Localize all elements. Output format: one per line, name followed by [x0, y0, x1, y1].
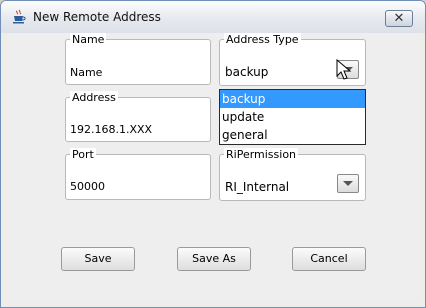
close-button[interactable]: ✕	[385, 10, 413, 27]
ri-permission-group: RiPermission RI_Internal	[219, 148, 366, 201]
cancel-button[interactable]: Cancel	[292, 247, 366, 271]
dialog-window: New Remote Address ✕ Name Name Address T…	[0, 0, 426, 308]
dialog-content: Name Name Address Type backup Address 19…	[7, 33, 419, 301]
address-type-dropdown-list: backup update general	[219, 89, 366, 145]
dropdown-option-update[interactable]: update	[220, 108, 365, 126]
address-label: Address	[70, 91, 118, 105]
close-icon: ✕	[393, 11, 405, 26]
window-title: New Remote Address	[33, 10, 161, 24]
address-field[interactable]: 192.168.1.XXX	[70, 123, 152, 136]
address-type-combo-value[interactable]: backup	[225, 65, 268, 79]
port-field[interactable]: 50000	[70, 180, 105, 193]
save-as-button[interactable]: Save As	[177, 247, 251, 271]
ri-permission-dropdown-button[interactable]	[337, 174, 359, 193]
name-field[interactable]: Name	[70, 66, 102, 79]
port-label: Port	[70, 148, 96, 162]
name-group: Name Name	[65, 33, 211, 85]
chevron-down-icon	[343, 181, 353, 186]
mouse-pointer-icon	[336, 59, 352, 80]
address-group: Address 192.168.1.XXX	[65, 91, 211, 142]
ri-permission-combo-value[interactable]: RI_Internal	[225, 180, 289, 194]
dropdown-option-backup[interactable]: backup	[220, 90, 365, 108]
ri-permission-label: RiPermission	[224, 148, 299, 162]
dropdown-option-general[interactable]: general	[220, 126, 365, 144]
address-type-label: Address Type	[224, 33, 301, 47]
save-button[interactable]: Save	[61, 247, 135, 271]
title-bar[interactable]: New Remote Address ✕	[1, 1, 425, 33]
name-label: Name	[70, 33, 107, 47]
java-cup-icon	[13, 9, 26, 24]
port-group: Port 50000	[65, 148, 211, 200]
